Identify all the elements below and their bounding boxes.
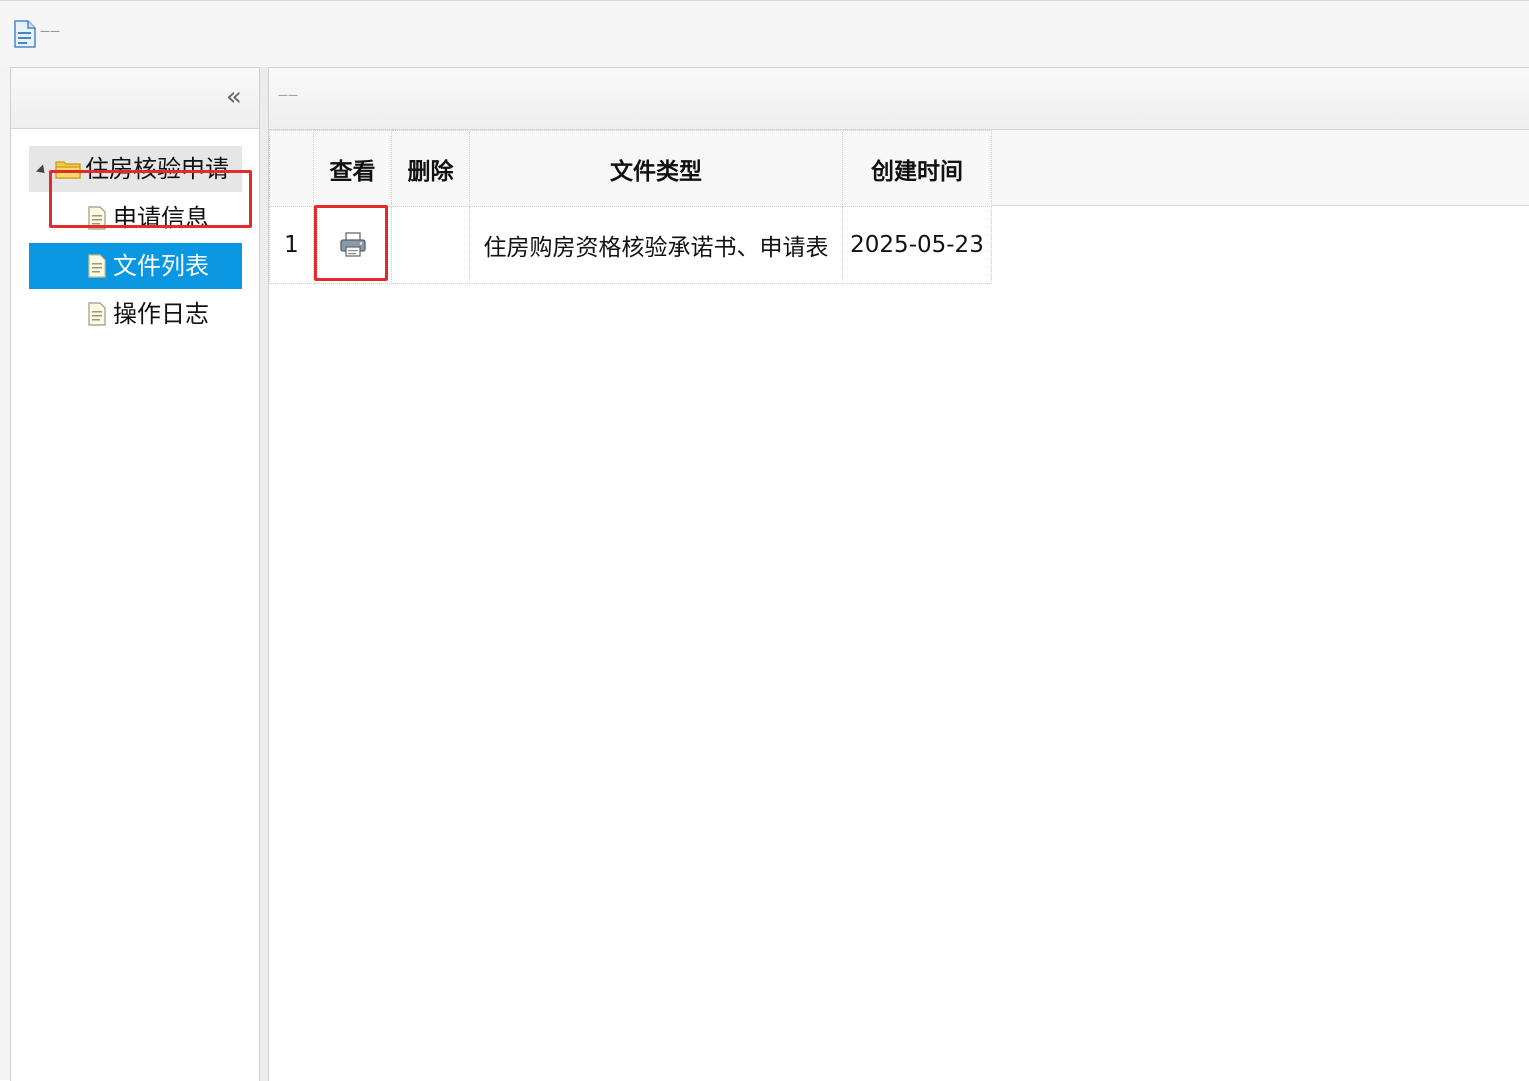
tree-item-operation-log[interactable]: 操作日志 [29, 291, 242, 337]
column-header-file-type[interactable]: 文件类型 [469, 130, 843, 207]
tree-item-file-list[interactable]: 文件列表 [29, 243, 242, 289]
row-index-cell: 1 [269, 206, 314, 284]
content-panel-header: —— [269, 68, 1529, 130]
tree-item-label: 文件列表 [113, 252, 209, 280]
navigation-panel-header: « [11, 68, 259, 129]
app-window: —— « 住房核验申请 申请信息 文件列表 操作日志 —— 查看 删除 文件类型… [0, 0, 1529, 1081]
tree-item-label: 申请信息 [113, 204, 209, 232]
content-panel: —— 查看 删除 文件类型 创建时间 1 住房购房资格核验承诺书、申请表 202… [268, 67, 1529, 1081]
navigation-panel: « 住房核验申请 申请信息 文件列表 操作日志 [10, 67, 260, 1081]
grid-header-row: 查看 删除 文件类型 创建时间 [269, 130, 992, 207]
panel-splitter[interactable] [260, 67, 268, 1081]
document-icon [88, 206, 106, 230]
window-title: —— [40, 26, 60, 37]
file-grid: 查看 删除 文件类型 创建时间 1 住房购房资格核验承诺书、申请表 2025-0… [269, 130, 992, 284]
view-cell[interactable] [313, 206, 392, 284]
tree-item-application-info[interactable]: 申请信息 [29, 195, 242, 241]
delete-cell[interactable] [391, 206, 470, 284]
folder-icon [55, 161, 81, 179]
column-header-view[interactable]: 查看 [313, 130, 392, 207]
tree-node-root[interactable]: 住房核验申请 [29, 146, 242, 192]
column-header-created-time[interactable]: 创建时间 [842, 130, 992, 207]
collapse-panel-icon[interactable]: « [221, 84, 247, 111]
created-time-cell: 2025-05-23 [842, 206, 992, 284]
tree-item-label: 操作日志 [113, 300, 209, 328]
file-type-cell: 住房购房资格核验承诺书、申请表 [469, 206, 843, 284]
grid-header-filler [991, 130, 1529, 206]
document-icon [88, 302, 106, 326]
document-app-icon [14, 20, 36, 48]
document-icon [88, 254, 106, 278]
table-row[interactable]: 1 住房购房资格核验承诺书、申请表 2025-05-23 [269, 206, 992, 284]
title-bar: —— [0, 1, 1529, 67]
expand-arrow-icon[interactable] [35, 163, 49, 177]
printer-icon[interactable] [338, 231, 368, 259]
tree-node-root-label: 住房核验申请 [85, 155, 229, 183]
content-panel-title: —— [278, 90, 298, 101]
column-header-delete[interactable]: 删除 [391, 130, 470, 207]
column-header-index [269, 130, 314, 207]
